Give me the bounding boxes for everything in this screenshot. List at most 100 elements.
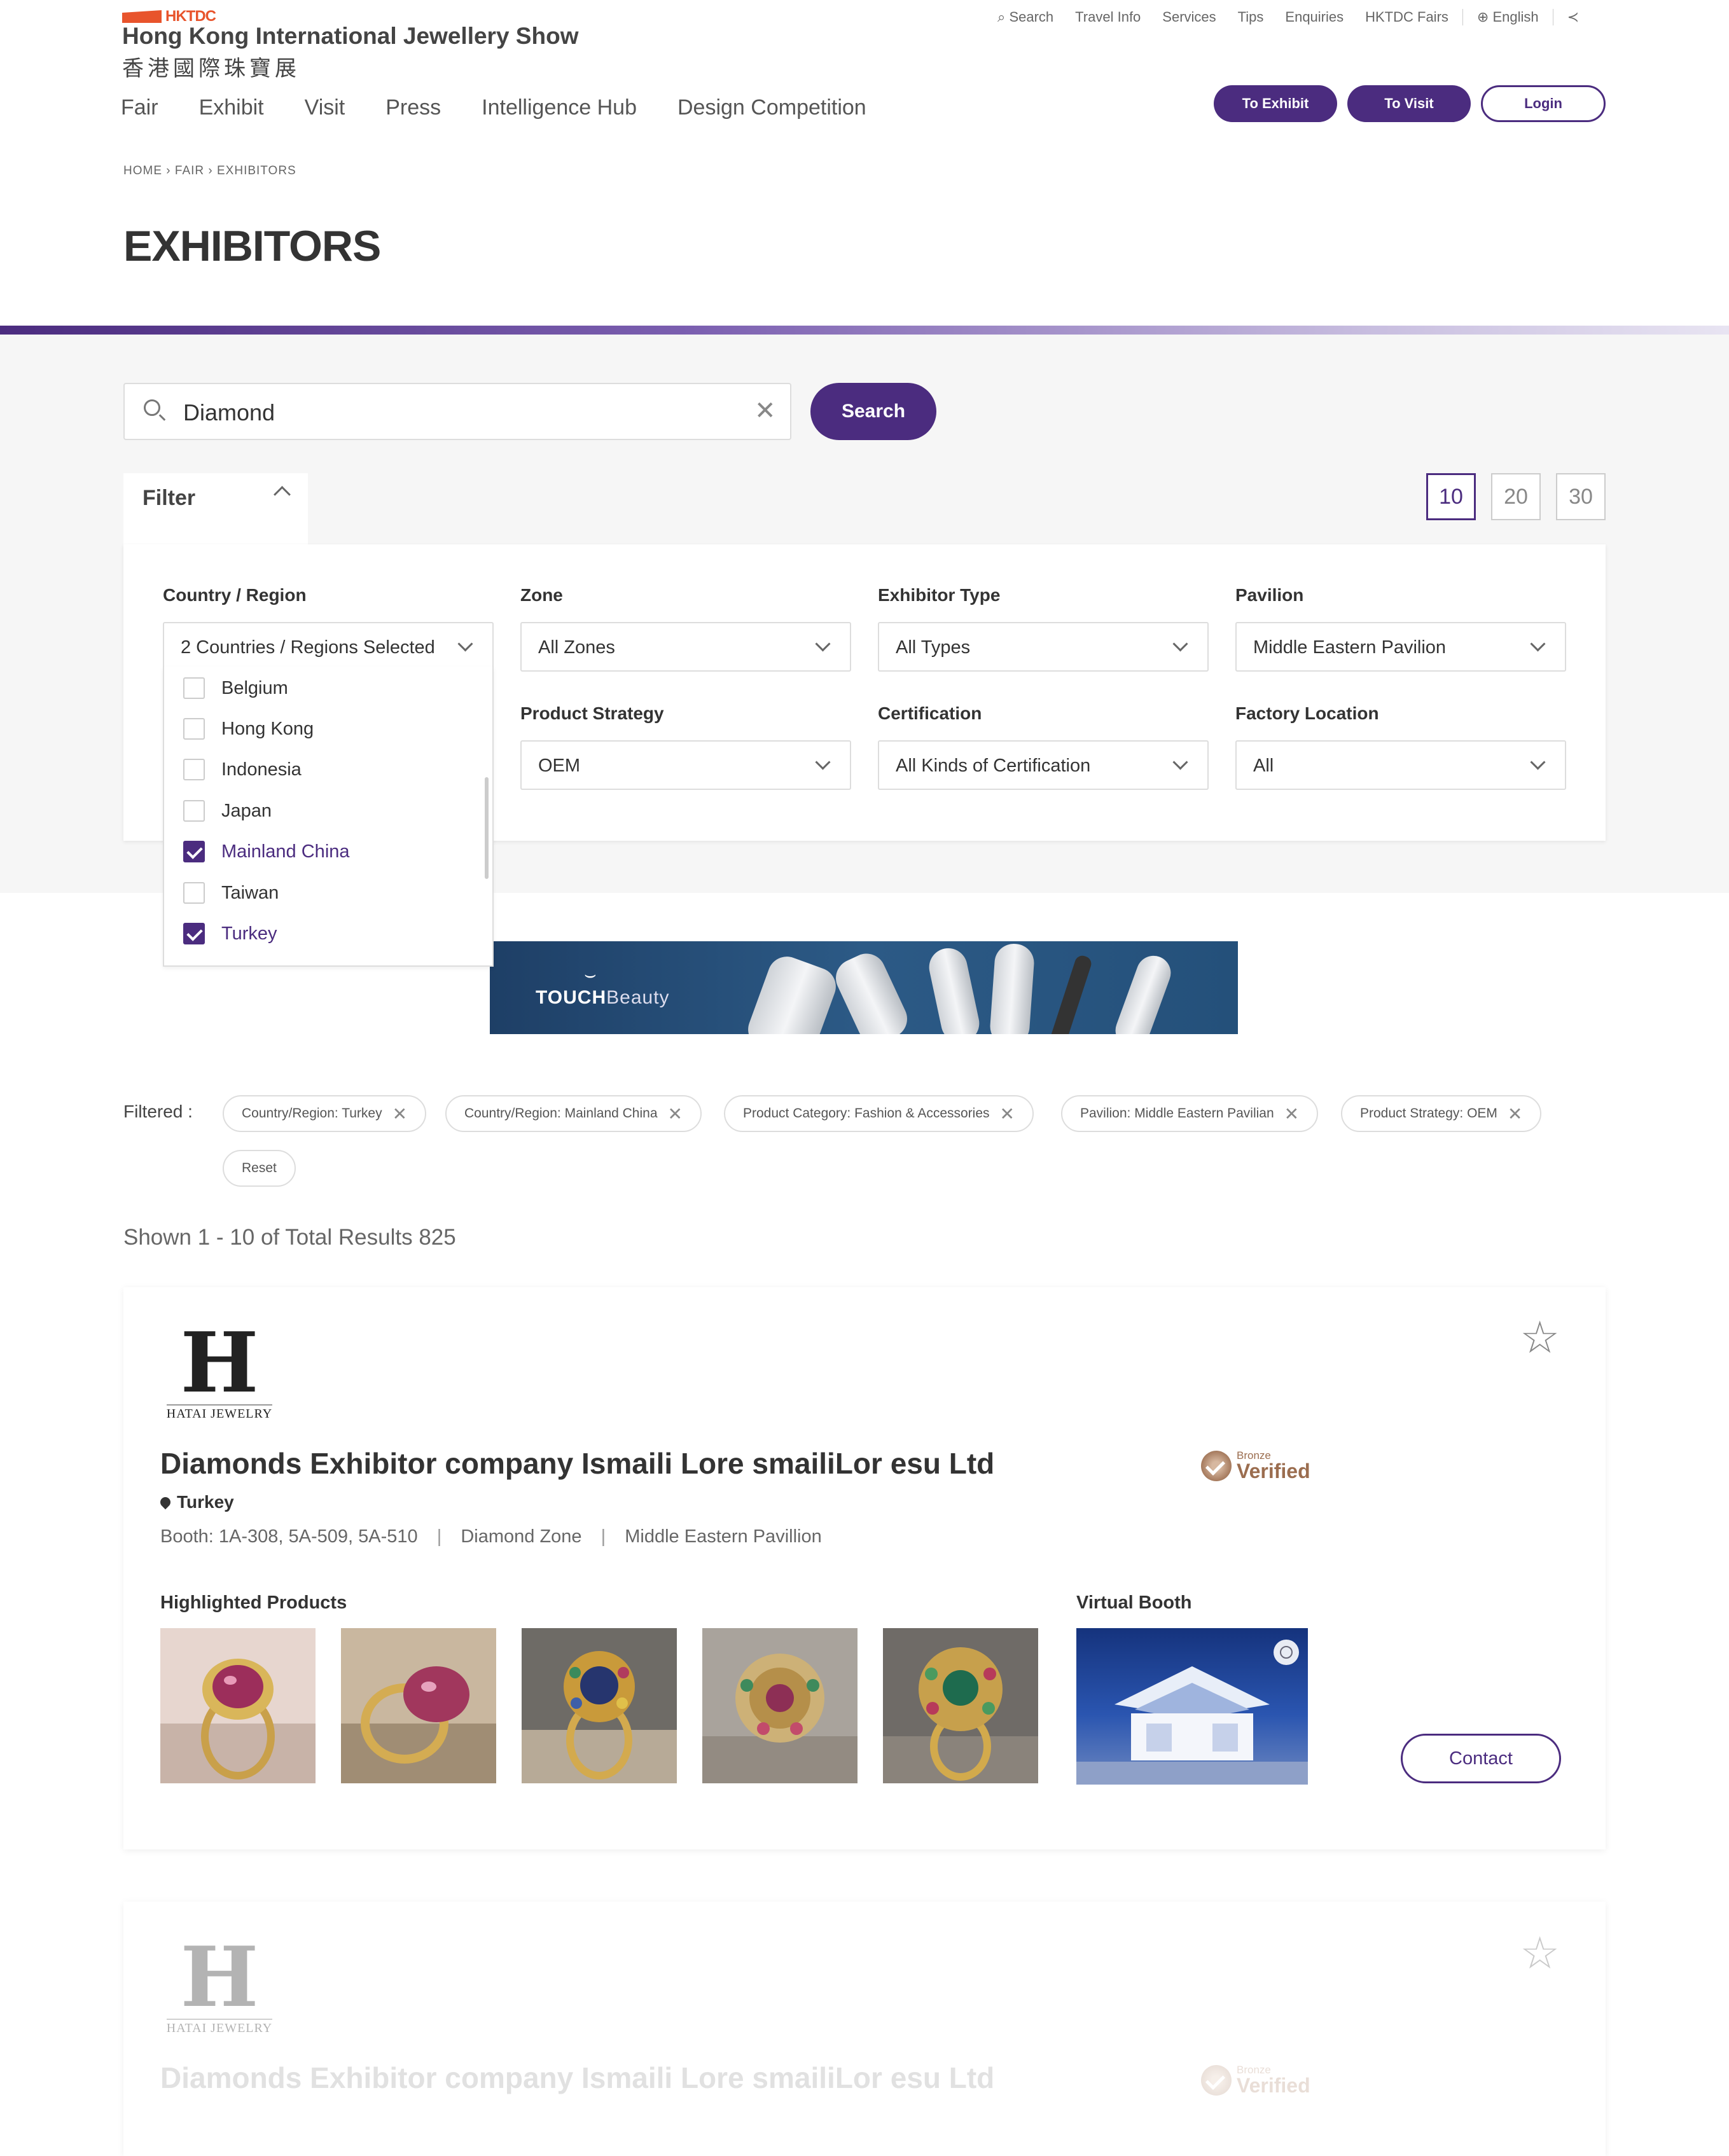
factory-location-select[interactable]: All: [1235, 740, 1566, 790]
chevron-down-icon: [815, 754, 831, 770]
dropdown-scrollbar[interactable]: [485, 777, 489, 879]
virtual-booth-label: Virtual Booth: [1076, 1593, 1192, 1613]
exhibitor-type-value: All Types: [896, 637, 971, 658]
nav-visit[interactable]: Visit: [305, 95, 345, 120]
util-tips[interactable]: Tips: [1238, 9, 1264, 25]
favorite-star-icon[interactable]: ☆: [1520, 1315, 1560, 1360]
checkbox-checked[interactable]: [183, 923, 205, 944]
login-button[interactable]: Login: [1481, 85, 1606, 122]
util-enquiries[interactable]: Enquiries: [1285, 9, 1344, 25]
util-travel-info[interactable]: Travel Info: [1075, 9, 1141, 25]
divider: [1462, 9, 1463, 25]
filter-chip-country-china[interactable]: Country/Region: Mainland China ✕: [445, 1095, 702, 1132]
filter-chip-country-turkey[interactable]: Country/Region: Turkey ✕: [223, 1095, 427, 1132]
verified-check-icon: [1201, 1450, 1232, 1481]
country-option-japan[interactable]: Japan: [183, 798, 272, 824]
utility-nav: ⌕ Search Travel Info Services Tips Enqui…: [997, 9, 1579, 25]
checkbox[interactable]: [183, 800, 205, 822]
nav-intelligence-hub[interactable]: Intelligence Hub: [482, 95, 637, 120]
product-thumbnail[interactable]: [160, 1628, 316, 1783]
util-search[interactable]: ⌕ Search: [997, 9, 1053, 25]
breadcrumb[interactable]: HOME › FAIR › EXHIBITORS: [123, 164, 296, 178]
checkbox[interactable]: [183, 677, 205, 699]
banner-device-4: [989, 943, 1036, 1034]
clear-icon[interactable]: ✕: [754, 397, 776, 425]
banner-device-2: [830, 947, 913, 1034]
per-page-30[interactable]: 30: [1556, 473, 1606, 520]
search-button[interactable]: Search: [810, 383, 936, 440]
search-input[interactable]: Diamond ✕: [123, 383, 791, 440]
contact-button[interactable]: Contact: [1401, 1734, 1561, 1783]
country-option-belgium[interactable]: Belgium: [183, 675, 288, 701]
filter-chip-pavilion[interactable]: Pavilion: Middle Eastern Pavilian ✕: [1061, 1095, 1319, 1132]
exhibitor-type-select[interactable]: All Types: [878, 622, 1209, 672]
reset-filters-button[interactable]: Reset: [223, 1150, 296, 1187]
filter-toggle[interactable]: Filter: [123, 473, 308, 544]
close-icon[interactable]: ✕: [1284, 1103, 1299, 1124]
checkbox[interactable]: [183, 759, 205, 780]
language-switch[interactable]: ⊕ English: [1477, 9, 1539, 25]
close-icon[interactable]: ✕: [392, 1103, 407, 1124]
nav-exhibit[interactable]: Exhibit: [199, 95, 264, 120]
product-thumbnail[interactable]: [883, 1628, 1038, 1783]
exhibitor-name[interactable]: Diamonds Exhibitor company Ismaili Lore …: [160, 1446, 994, 1481]
close-icon[interactable]: ✕: [1508, 1103, 1522, 1124]
certification-value: All Kinds of Certification: [896, 756, 1091, 776]
chevron-down-icon: [1530, 636, 1546, 652]
util-hktdc-fairs[interactable]: HKTDC Fairs: [1365, 9, 1448, 25]
exhibitor-card: H HATAI JEWELRY ☆ Diamonds Exhibitor com…: [123, 1902, 1606, 2156]
product-thumbnail[interactable]: [341, 1628, 496, 1783]
country-label: Country / Region: [163, 585, 307, 605]
nav-design-competition[interactable]: Design Competition: [677, 95, 866, 120]
per-page-20[interactable]: 20: [1491, 473, 1541, 520]
close-icon[interactable]: ✕: [1000, 1103, 1015, 1124]
country-select-value: 2 Countries / Regions Selected: [181, 637, 435, 658]
filter-chip-product-category[interactable]: Product Category: Fashion & Accessories ✕: [724, 1095, 1034, 1132]
product-strategy-select[interactable]: OEM: [520, 740, 851, 790]
country-dropdown-list: Belgium Hong Kong Indonesia Japan Mainla…: [163, 667, 494, 967]
banner-device-5: [1048, 953, 1094, 1034]
exhibitor-logo[interactable]: H HATAI JEWELRY: [160, 1936, 279, 2038]
checkbox[interactable]: [183, 718, 205, 740]
product-thumbnail[interactable]: [702, 1628, 858, 1783]
show-name-zh: 香港國際珠寶展: [122, 57, 300, 81]
country-option-hong-kong[interactable]: Hong Kong: [183, 716, 314, 742]
filter-chip-product-strategy[interactable]: Product Strategy: OEM ✕: [1341, 1095, 1542, 1132]
to-exhibit-button[interactable]: To Exhibit: [1214, 85, 1337, 122]
pavilion-select[interactable]: Middle Eastern Pavilion: [1235, 622, 1566, 672]
country-option-mainland-china[interactable]: Mainland China: [183, 839, 350, 864]
filtered-label: Filtered :: [123, 1102, 193, 1121]
banner-device-6: [1110, 951, 1176, 1034]
show-name-en[interactable]: Hong Kong International Jewellery Show: [122, 23, 578, 50]
exhibitor-country: Turkey: [158, 1492, 234, 1512]
ad-banner[interactable]: ⌣ TOUCHBeauty: [490, 941, 1238, 1034]
checkbox-checked[interactable]: [183, 841, 205, 862]
product-thumbnail[interactable]: [522, 1628, 677, 1783]
zone-label: Zone: [520, 585, 563, 605]
product-strategy-label: Product Strategy: [520, 703, 664, 723]
zone-select[interactable]: All Zones: [520, 622, 851, 672]
factory-location-value: All: [1253, 756, 1274, 776]
country-option-turkey[interactable]: Turkey: [183, 921, 277, 946]
share-icon[interactable]: ≺: [1567, 9, 1579, 25]
nav-press[interactable]: Press: [385, 95, 441, 120]
checkbox[interactable]: [183, 882, 205, 904]
main-nav: Fair Exhibit Visit Press Intelligence Hu…: [121, 95, 866, 120]
close-icon[interactable]: ✕: [668, 1103, 683, 1124]
per-page-10[interactable]: 10: [1426, 473, 1476, 520]
country-select[interactable]: 2 Countries / Regions Selected: [163, 622, 494, 672]
country-option-taiwan[interactable]: Taiwan: [183, 880, 279, 906]
zone-select-value: All Zones: [538, 637, 615, 658]
certification-select[interactable]: All Kinds of Certification: [878, 740, 1209, 790]
banner-brand: TOUCHBeauty: [536, 987, 670, 1008]
nav-fair[interactable]: Fair: [121, 95, 158, 120]
exhibitor-logo[interactable]: H HATAI JEWELRY: [160, 1322, 279, 1423]
util-services[interactable]: Services: [1162, 9, 1216, 25]
to-visit-button[interactable]: To Visit: [1347, 85, 1471, 122]
pavilion-select-value: Middle Eastern Pavilion: [1253, 637, 1447, 658]
country-option-indonesia[interactable]: Indonesia: [183, 757, 302, 782]
virtual-booth-thumbnail[interactable]: [1076, 1628, 1308, 1785]
favorite-star-icon[interactable]: ☆: [1520, 1931, 1560, 1975]
exhibitor-name[interactable]: Diamonds Exhibitor company Ismaili Lore …: [160, 2061, 994, 2095]
pavilion-label: Pavilion: [1235, 585, 1304, 605]
